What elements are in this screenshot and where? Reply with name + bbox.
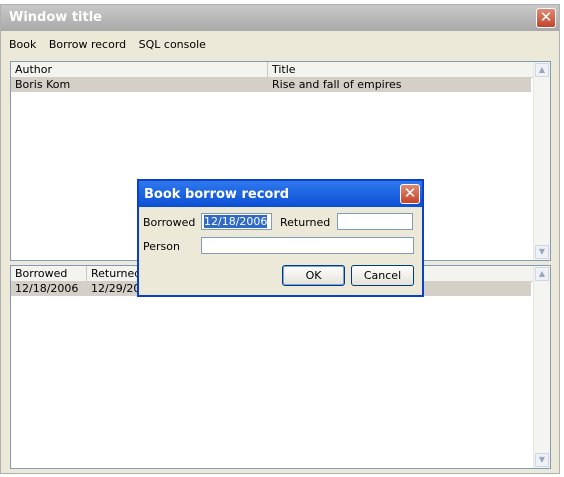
returned-date-input[interactable] [337,213,413,230]
column-header-title[interactable]: Title [268,62,535,77]
table-row[interactable]: Boris Kom Rise and fall of empires [11,78,531,92]
scroll-down-arrow[interactable]: ▼ [535,453,549,467]
close-icon: ✕ [539,8,553,26]
scroll-down-arrow[interactable]: ▼ [535,245,549,259]
dialog-titlebar[interactable]: Book borrow record ✕ [139,181,422,207]
borrow-record-dialog: Book borrow record ✕ Borrowed 12/18/2006… [137,179,424,297]
menu-sql-console[interactable]: SQL console [135,36,210,53]
menu-bar: Book Borrow record SQL console [5,36,211,54]
records-vertical-scrollbar[interactable]: ▲ ▼ [533,266,550,468]
borrowed-date-value: 12/18/2006 [204,215,268,228]
returned-cell: 12/29/20 [91,282,141,295]
borrowed-date-input[interactable]: 12/18/2006 [201,213,272,230]
column-header-author[interactable]: Author [11,62,268,77]
scroll-up-arrow[interactable]: ▲ [535,63,549,77]
books-vertical-scrollbar[interactable]: ▲ ▼ [533,62,550,260]
window-close-button[interactable]: ✕ [536,8,556,28]
close-icon: ✕ [403,184,417,202]
menu-book[interactable]: Book [5,36,40,53]
borrowed-cell: 12/18/2006 [15,282,79,295]
title-cell: Rise and fall of empires [272,78,402,91]
person-label: Person [143,240,180,253]
dialog-close-button[interactable]: ✕ [400,184,420,204]
borrowed-label: Borrowed [143,216,196,229]
ok-button[interactable]: OK [282,265,345,286]
scroll-up-arrow[interactable]: ▲ [535,267,549,281]
returned-label: Returned [280,216,331,229]
books-table-header: Author Title [11,62,550,78]
window-title: Window title [9,10,102,25]
window-titlebar[interactable]: Window title ✕ [1,5,559,31]
column-header-borrowed[interactable]: Borrowed [11,266,87,281]
author-cell: Boris Kom [15,78,71,91]
dialog-title: Book borrow record [144,187,290,202]
menu-borrow-record[interactable]: Borrow record [45,36,130,53]
cancel-button[interactable]: Cancel [351,265,414,286]
person-input[interactable] [201,237,414,254]
